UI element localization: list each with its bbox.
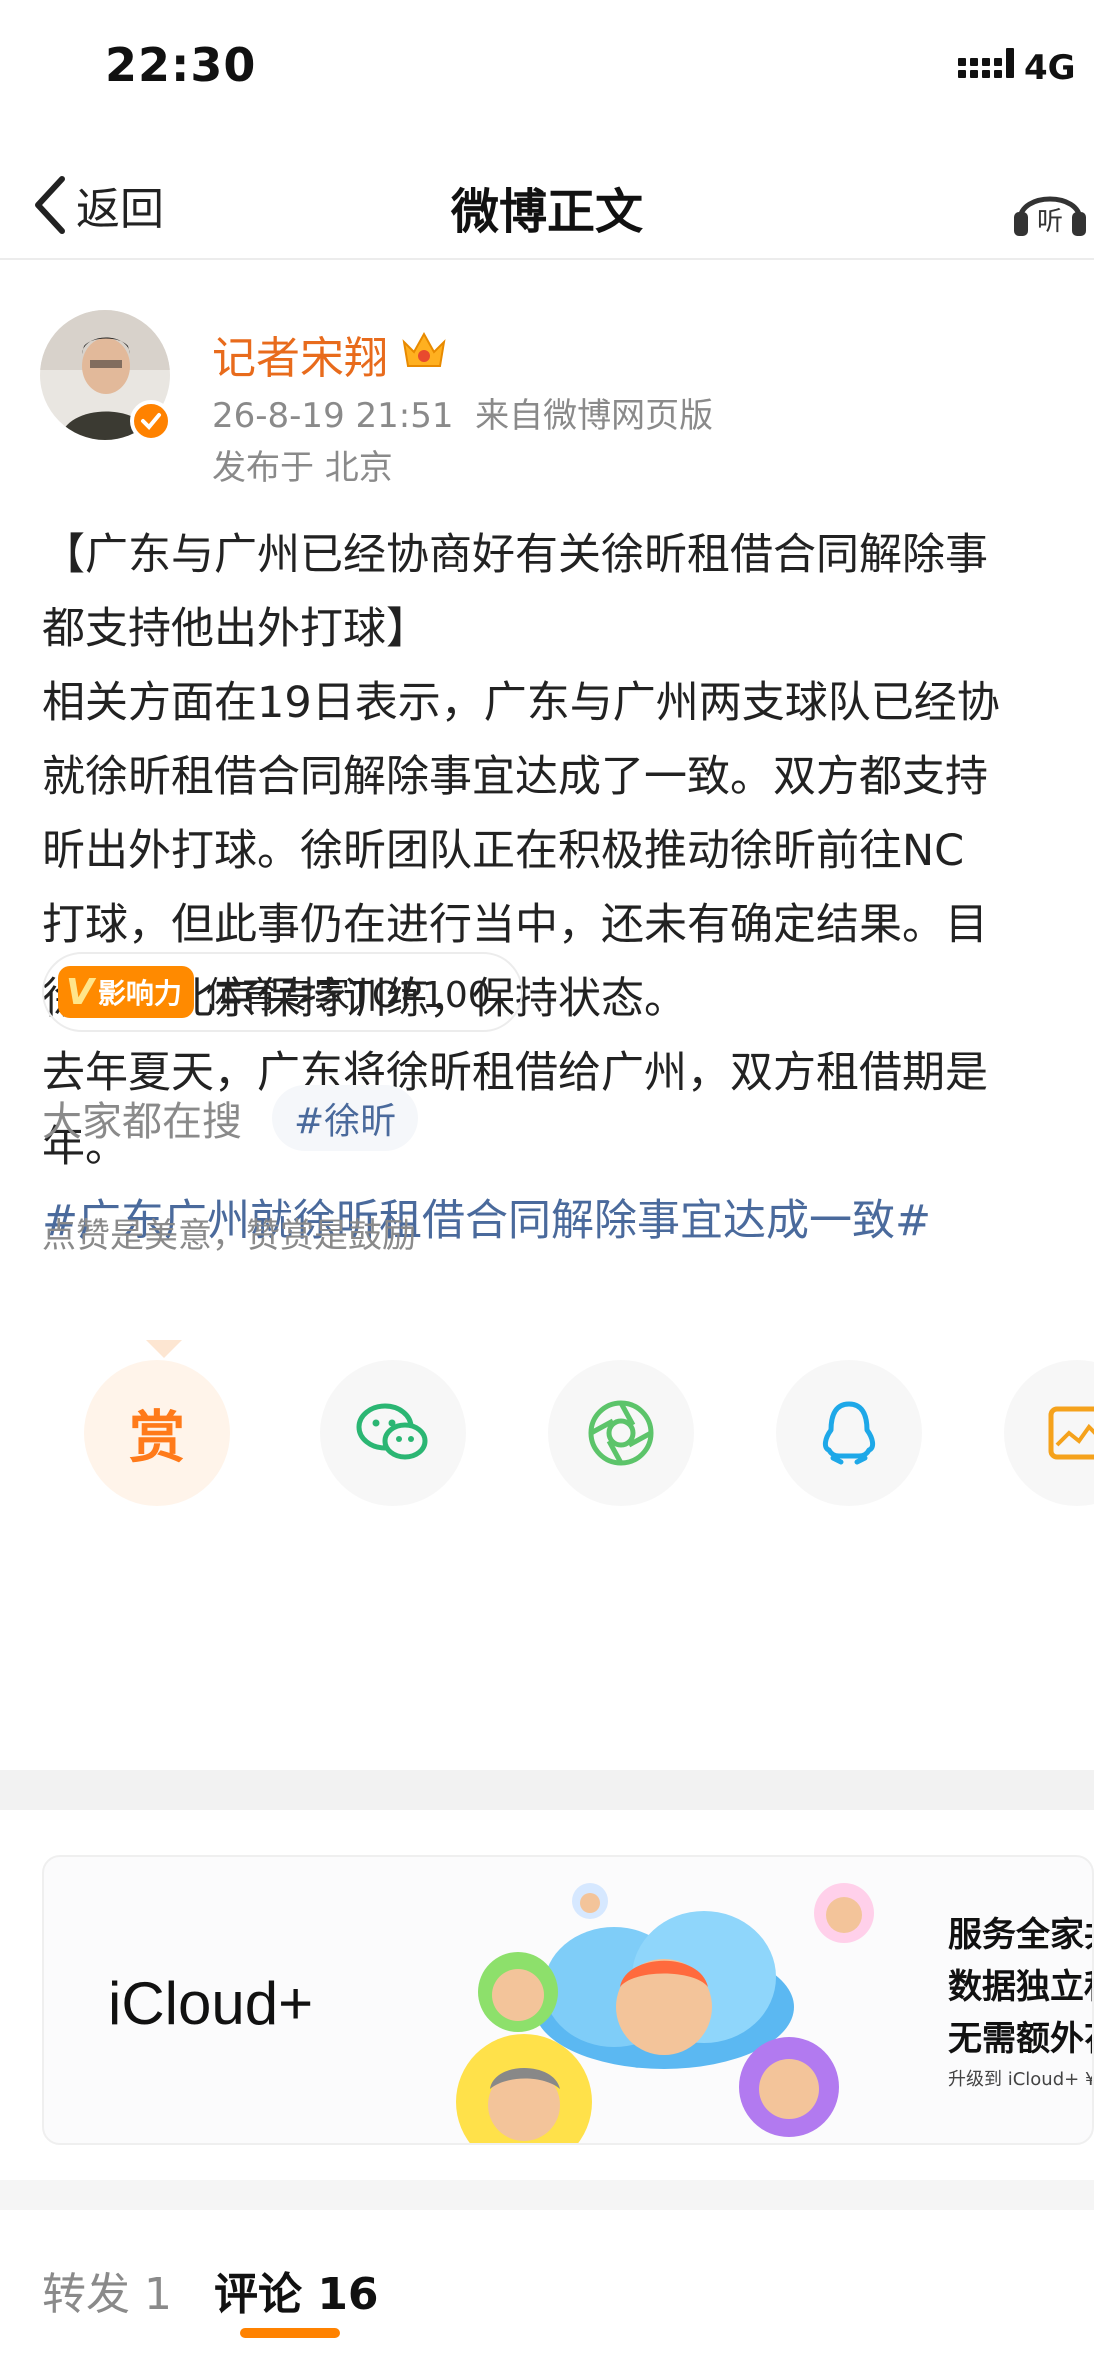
influence-badge[interactable]: V 影响力 体育专家TOP100: [42, 952, 523, 1032]
qq-icon: [822, 1401, 876, 1465]
ad-copy-line: 无需额外花: [948, 2019, 1092, 2059]
influence-v-badge: V 影响力: [58, 966, 194, 1018]
section-divider: [0, 1770, 1094, 1810]
status-time: 22:30: [105, 38, 257, 92]
share-row: 赏: [0, 1360, 1094, 1510]
post-line: 就徐昕租借合同解除事宜达成了一致。双方都支持: [42, 752, 988, 802]
post-line: 相关方面在19日表示，广东与广州两支球队已经协: [42, 678, 1000, 728]
moments-share-button[interactable]: [548, 1360, 694, 1506]
v-icon: V: [66, 971, 94, 1013]
page-title: 微博正文: [450, 184, 643, 240]
ad-fine-print: 升级到 iCloud+ ¥6/: [948, 2069, 1092, 2090]
post-source: 来自微博网页版: [475, 396, 714, 436]
influence-badge-text: 影响力: [97, 977, 182, 1010]
reward-pointer: [146, 1340, 182, 1358]
ad-copy-line: 数据独立私: [948, 1967, 1092, 2007]
ad-cloud-illustration: [456, 1883, 874, 2143]
post-line: 【广东与广州已经协商好有关徐昕租借合同解除事: [42, 530, 988, 580]
section-divider: [0, 2180, 1094, 2210]
nav-bar: 返回 微博正文 听: [0, 150, 1094, 260]
qq-share-button[interactable]: [776, 1360, 922, 1506]
post-line: 都支持他出外打球】: [42, 604, 429, 654]
verified-badge-icon: [130, 400, 172, 442]
image-share-button[interactable]: [1004, 1360, 1094, 1506]
ad-copy-line: 服务全家共: [948, 1915, 1092, 1955]
post-line: 昕出外打球。徐昕团队正在积极推动徐昕前往NC: [42, 826, 965, 876]
reward-label: 赏: [129, 1405, 185, 1471]
crown-icon: [402, 331, 446, 367]
post-tabs: 转发 1 评论 16: [0, 2220, 1094, 2366]
signal-icon: [958, 48, 1014, 78]
reward-button[interactable]: 赏: [84, 1360, 230, 1506]
trending-search-chip[interactable]: #徐昕: [272, 1085, 419, 1151]
post-meta: 26-8-19 21:51 来自微博网页版: [212, 388, 713, 437]
author-name[interactable]: 记者宋翔: [212, 322, 388, 386]
wechat-share-button[interactable]: [320, 1360, 466, 1506]
moments-icon: [588, 1400, 654, 1466]
tab-comment[interactable]: 评论 16: [214, 2258, 379, 2322]
ad-copy: 服务全家共 数据独立私 无需额外花: [948, 1909, 1092, 2065]
post-line: 打球，但此事仍在进行当中，还未有确定结果。目: [42, 900, 988, 950]
trending-search-row: 大家都在搜 #徐昕: [42, 1082, 419, 1154]
network-type: 4G: [1024, 48, 1076, 88]
post-date: 26-8-19 21:51: [212, 396, 454, 436]
image-icon: [1048, 1406, 1094, 1460]
wechat-icon: [356, 1403, 428, 1460]
post-location: 发布于 北京: [212, 448, 393, 488]
headphones-icon[interactable]: 听: [1010, 172, 1094, 242]
active-tab-indicator: [240, 2328, 340, 2338]
ad-banner[interactable]: iCloud+ 服务全家共 数据独立私 无需额外花 升级到 iCloud+ ¥6…: [42, 1855, 1094, 2145]
listen-label: 听: [1037, 207, 1063, 237]
influence-label: 体育专家TOP100: [205, 975, 491, 1016]
status-bar: 22:30 4G: [0, 0, 1094, 130]
trending-search-label: 大家都在搜: [42, 1099, 242, 1145]
reward-tip: 点赞是美意，赞赏是鼓励: [42, 1216, 416, 1256]
ad-title: iCloud+: [108, 1970, 314, 2037]
tab-repost[interactable]: 转发 1: [42, 2258, 172, 2322]
